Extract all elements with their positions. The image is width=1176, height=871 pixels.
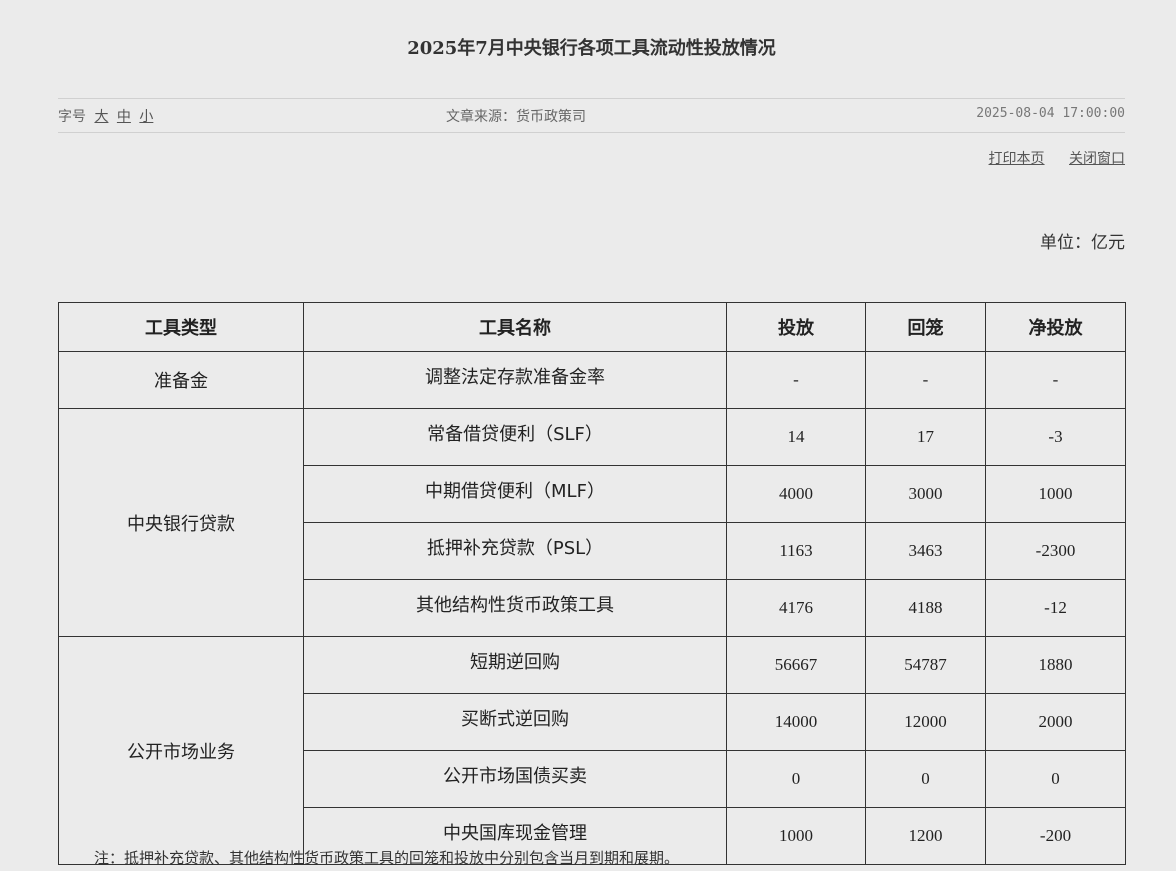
net-injection-cell: - <box>985 351 1126 409</box>
table-header-row: 工具类型 工具名称 投放 回笼 净投放 <box>58 302 1126 352</box>
tool-name-cell: 公开市场国债买卖 <box>303 750 727 808</box>
injection-cell: 14 <box>726 408 866 466</box>
withdrawal-cell: - <box>865 351 986 409</box>
header-tool-name: 工具名称 <box>303 302 727 352</box>
font-size-large-link[interactable]: 大 <box>94 109 108 125</box>
withdrawal-cell: 0 <box>865 750 986 808</box>
withdrawal-cell: 3463 <box>865 522 986 580</box>
net-injection-cell: 1880 <box>985 636 1126 694</box>
tool-name-cell: 常备借贷便利（SLF） <box>303 408 727 466</box>
withdrawal-cell: 17 <box>865 408 986 466</box>
tool-type-cell: 公开市场业务 <box>58 636 304 865</box>
publish-datetime: 2025-08-04 17:00:00 <box>976 106 1125 121</box>
tool-name-cell: 中期借贷便利（MLF） <box>303 465 727 523</box>
print-page-link[interactable]: 打印本页 <box>989 151 1045 167</box>
injection-cell: 0 <box>726 750 866 808</box>
article-info-bar: 字号 大 中 小 文章来源：货币政策司 2025-08-04 17:00:00 <box>58 98 1125 133</box>
font-size-selector: 字号 大 中 小 <box>58 106 153 126</box>
injection-cell: 14000 <box>726 693 866 751</box>
withdrawal-cell: 54787 <box>865 636 986 694</box>
page-actions: 打印本页 关闭窗口 <box>969 148 1125 168</box>
header-withdrawal: 回笼 <box>865 302 986 352</box>
header-tool-type: 工具类型 <box>58 302 304 352</box>
table-row: 公开市场业务 短期逆回购 56667 54787 1880 <box>58 636 1126 865</box>
article-source: 文章来源：货币政策司 <box>446 109 586 125</box>
close-window-link[interactable]: 关闭窗口 <box>1069 151 1125 167</box>
withdrawal-cell: 4188 <box>865 579 986 637</box>
tool-name-cell: 短期逆回购 <box>303 636 727 694</box>
injection-cell: 1000 <box>726 807 866 865</box>
withdrawal-cell: 12000 <box>865 693 986 751</box>
net-injection-cell: -3 <box>985 408 1126 466</box>
net-injection-cell: -200 <box>985 807 1126 865</box>
injection-cell: 4176 <box>726 579 866 637</box>
net-injection-cell: -12 <box>985 579 1126 637</box>
net-injection-cell: 2000 <box>985 693 1126 751</box>
injection-cell: 56667 <box>726 636 866 694</box>
tool-name-cell: 买断式逆回购 <box>303 693 727 751</box>
withdrawal-cell: 3000 <box>865 465 986 523</box>
tool-name-cell: 其他结构性货币政策工具 <box>303 579 727 637</box>
injection-cell: - <box>726 351 866 409</box>
liquidity-table: 工具类型 工具名称 投放 回笼 净投放 准备金 调整法定存款准备金率 - - -… <box>58 302 1126 865</box>
tool-type-cell: 中央银行贷款 <box>58 408 304 637</box>
font-size-medium-link[interactable]: 中 <box>117 109 131 125</box>
net-injection-cell: -2300 <box>985 522 1126 580</box>
font-size-label: 字号 <box>58 109 86 125</box>
table-row: 准备金 调整法定存款准备金率 - - - <box>58 351 1126 409</box>
withdrawal-cell: 1200 <box>865 807 986 865</box>
tool-name-cell: 抵押补充贷款（PSL） <box>303 522 727 580</box>
font-size-small-link[interactable]: 小 <box>139 109 153 125</box>
tool-name-cell: 调整法定存款准备金率 <box>303 351 727 409</box>
header-injection: 投放 <box>726 302 866 352</box>
tool-type-cell: 准备金 <box>58 351 304 409</box>
table-row: 中央银行贷款 常备借贷便利（SLF） 14 17 -3 <box>58 408 1126 637</box>
net-injection-cell: 0 <box>985 750 1126 808</box>
injection-cell: 1163 <box>726 522 866 580</box>
unit-label: 单位：亿元 <box>1040 233 1125 253</box>
footnote: 注：抵押补充贷款、其他结构性货币政策工具的回笼和投放中分别包含当月到期和展期。 <box>94 849 680 867</box>
injection-cell: 4000 <box>726 465 866 523</box>
page-title: 2025年7月中央银行各项工具流动性投放情况 <box>407 38 776 59</box>
net-injection-cell: 1000 <box>985 465 1126 523</box>
header-net-injection: 净投放 <box>985 302 1126 352</box>
